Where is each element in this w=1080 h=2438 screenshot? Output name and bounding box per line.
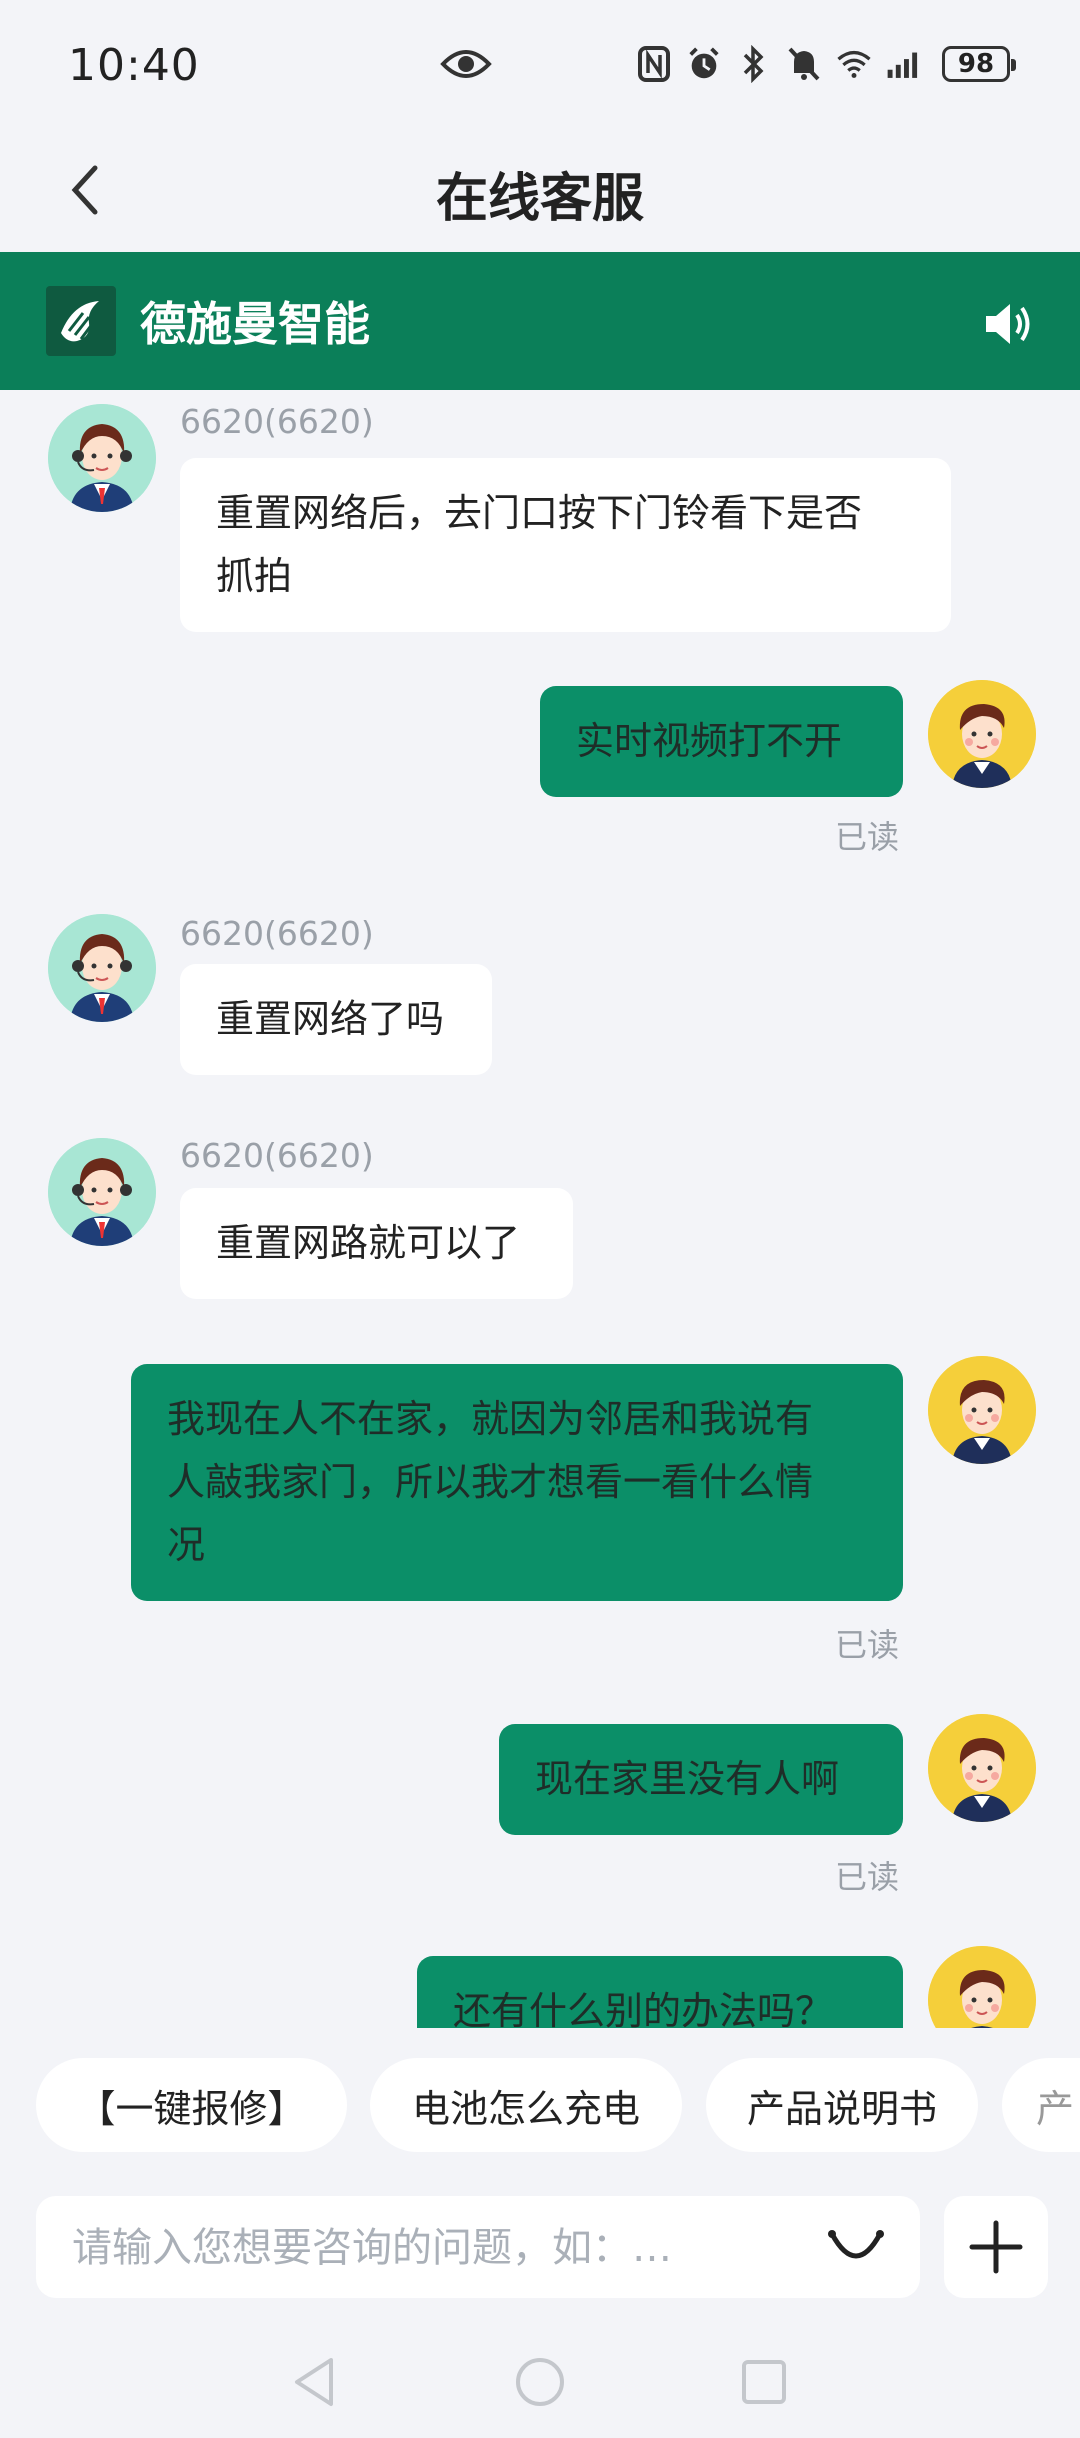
quick-reply-manual[interactable]: 产品说明书 xyxy=(706,2058,978,2152)
message-line: 现在家里没有人啊 xyxy=(535,1757,840,1801)
eye-icon xyxy=(440,44,492,88)
brand-name: 德施曼智能 xyxy=(140,297,370,351)
read-status: 已读 xyxy=(835,1626,900,1664)
message-user: 我现在人不在家，就因为邻居和我说有 人敲我家门，所以我才想看一看什么情 况 已读 xyxy=(0,1356,1080,1674)
message-bubble[interactable]: 还有什么别的办法吗？ xyxy=(417,1956,903,2028)
nav-home-button[interactable] xyxy=(512,2354,568,2410)
nav-recents-button[interactable] xyxy=(736,2354,792,2410)
message-bubble[interactable]: 我现在人不在家，就因为邻居和我说有 人敲我家门，所以我才想看一看什么情 况 xyxy=(131,1364,903,1601)
circle-home-icon xyxy=(516,2358,564,2406)
message-user: 还有什么别的办法吗？ xyxy=(0,1946,1080,2028)
plus-icon xyxy=(969,2220,1023,2274)
triangle-back-icon xyxy=(295,2358,333,2406)
sender-name: 6620(6620) xyxy=(180,1136,374,1175)
signal-icon xyxy=(886,44,922,84)
message-input[interactable] xyxy=(70,2196,794,2300)
agent-avatar xyxy=(48,1138,156,1246)
smile-icon xyxy=(828,2230,884,2259)
square-recents-icon xyxy=(742,2360,786,2404)
message-agent: 6620(6620) 重置网络后，去门口按下门铃看下是否 抓拍 xyxy=(0,390,1080,632)
alarm-icon xyxy=(686,44,722,84)
brand-logo-icon xyxy=(46,286,116,356)
agent-avatar xyxy=(48,404,156,512)
status-time: 10:40 xyxy=(68,40,200,91)
system-navigation-bar xyxy=(0,2320,1080,2438)
sender-name: 6620(6620) xyxy=(180,402,374,441)
read-status: 已读 xyxy=(835,818,900,856)
message-line: 重置网路就可以了 xyxy=(216,1221,521,1265)
message-line: 况 xyxy=(167,1523,206,1567)
status-bar: 10:40 98 xyxy=(0,0,1080,130)
battery-level: 98 xyxy=(957,49,995,79)
message-line: 抓拍 xyxy=(216,554,293,598)
message-bubble[interactable]: 现在家里没有人啊 xyxy=(499,1724,903,1835)
nav-back-button[interactable] xyxy=(286,2354,342,2410)
top-nav-bar: 在线客服 xyxy=(0,130,1080,252)
user-avatar xyxy=(928,1714,1036,1822)
message-agent: 6620(6620) 重置网络了吗 xyxy=(0,900,1080,1100)
speaker-icon[interactable] xyxy=(980,296,1036,352)
brand-header: 德施曼智能 xyxy=(0,252,1080,390)
message-user: 现在家里没有人啊 已读 xyxy=(0,1714,1080,1900)
add-attachment-button[interactable] xyxy=(944,2196,1048,2298)
quick-reply-bar: 【一键报修】 电池怎么充电 产品说明书 产 xyxy=(0,2028,1080,2178)
message-bubble[interactable]: 重置网络了吗 xyxy=(180,964,492,1075)
bluetooth-icon xyxy=(736,44,772,84)
message-bubble[interactable]: 重置网路就可以了 xyxy=(180,1188,573,1299)
message-bubble[interactable]: 重置网络后，去门口按下门铃看下是否 抓拍 xyxy=(180,458,951,632)
nfc-icon xyxy=(636,44,672,84)
user-avatar xyxy=(928,680,1036,788)
user-avatar xyxy=(928,1356,1036,1464)
message-line: 重置网络了吗 xyxy=(216,997,445,1041)
page-title: 在线客服 xyxy=(435,169,644,229)
agent-avatar xyxy=(48,914,156,1022)
message-line: 重置网络后，去门口按下门铃看下是否 xyxy=(216,491,863,535)
message-user: 实时视频打不开 已读 xyxy=(0,680,1080,860)
message-bubble[interactable]: 实时视频打不开 xyxy=(540,686,903,797)
message-line: 实时视频打不开 xyxy=(576,719,843,763)
quick-reply-more[interactable]: 产 xyxy=(1002,2058,1080,2152)
wifi-icon xyxy=(836,44,872,84)
message-input-box xyxy=(36,2196,920,2300)
battery-indicator: 98 xyxy=(942,46,1016,82)
read-status: 已读 xyxy=(835,1858,900,1896)
emoji-button[interactable] xyxy=(824,2216,888,2280)
sender-name: 6620(6620) xyxy=(180,914,374,953)
chat-message-list[interactable]: 6620(6620) 重置网络后，去门口按下门铃看下是否 抓拍 实时视频打不开 … xyxy=(0,390,1080,2028)
quick-reply-repair[interactable]: 【一键报修】 xyxy=(36,2058,347,2152)
mute-icon xyxy=(786,44,822,84)
message-agent: 6620(6620) 重置网路就可以了 xyxy=(0,1124,1080,1324)
message-line: 还有什么别的办法吗？ xyxy=(453,1989,834,2028)
message-line: 人敲我家门，所以我才想看一看什么情 xyxy=(167,1460,814,1504)
message-line: 我现在人不在家，就因为邻居和我说有 xyxy=(167,1397,814,1441)
user-avatar xyxy=(928,1946,1036,2028)
quick-reply-battery[interactable]: 电池怎么充电 xyxy=(370,2058,682,2152)
